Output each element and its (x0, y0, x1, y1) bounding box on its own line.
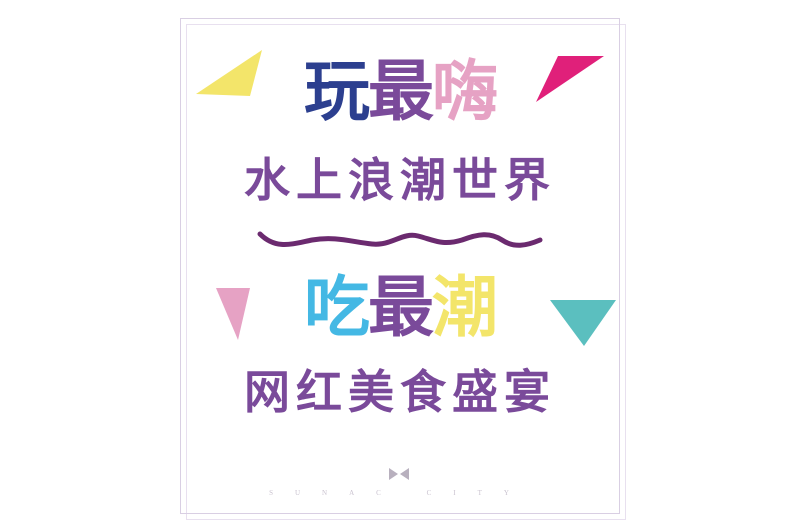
subline-water-park: 水上浪潮世界 (244, 153, 556, 207)
headline-play: 玩最嗨 (180, 52, 620, 132)
headline-play-char-1: 玩 (304, 53, 370, 130)
wavy-divider-line (257, 231, 543, 248)
headline-eat-char-2: 最 (368, 269, 434, 346)
headline-eat: 吃最潮 (180, 268, 620, 348)
subline-food-feast: 网红美食盛宴 (244, 365, 556, 419)
headline-play-char-2: 最 (368, 53, 434, 130)
headline-play-char-3: 嗨 (432, 53, 498, 130)
bowtie-logo-icon (389, 468, 409, 480)
headline-eat-char-3: 潮 (432, 269, 498, 346)
headline-eat-char-1: 吃 (304, 269, 370, 346)
footer-brand-text: SUNAC CITY (269, 489, 531, 497)
